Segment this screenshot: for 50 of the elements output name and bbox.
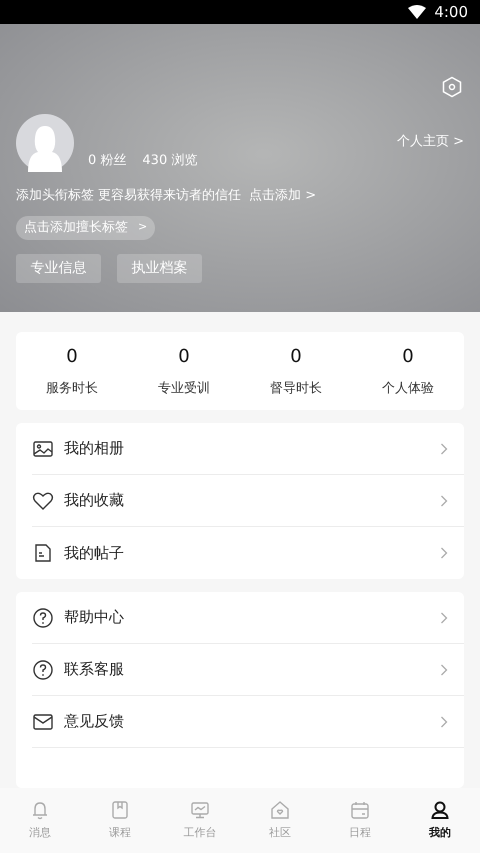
menu-label: 帮助中心 (64, 607, 125, 628)
menu-label: 我的相册 (64, 438, 125, 460)
menu-label: 意见反馈 (64, 711, 125, 732)
menu-item[interactable]: 联系客服 (32, 644, 464, 696)
tab-item[interactable]: 工作台 (160, 799, 240, 842)
homepage-link[interactable]: 个人主页 > (396, 132, 464, 152)
stat-label: 个人体验 (382, 380, 434, 398)
heart-icon (32, 490, 54, 512)
tab-item[interactable]: 社区 (240, 799, 320, 842)
calendar-icon (349, 799, 371, 822)
menu-label: 联系客服 (64, 659, 125, 680)
add-headline-link[interactable]: 点击添加 > (249, 186, 316, 206)
settings-icon[interactable] (442, 76, 462, 98)
menu-item[interactable]: 我的收藏 (32, 475, 464, 527)
person-icon (429, 799, 451, 822)
tab-item[interactable]: 日程 (320, 799, 400, 842)
house-icon (269, 799, 291, 822)
menu-item[interactable]: 我的相册 (32, 423, 464, 475)
wifi-icon (408, 5, 426, 19)
add-skill-tag-button[interactable]: 点击添加擅长标签 > (16, 216, 156, 240)
profile-tab-button[interactable]: 执业档案 (117, 254, 202, 282)
avatar (16, 114, 74, 172)
menu-item[interactable]: 意见反馈 (32, 696, 464, 748)
chevron-right-icon (440, 547, 448, 559)
chevron-right-icon (440, 716, 448, 728)
help-icon (32, 606, 54, 628)
chevron-right-icon (440, 442, 448, 454)
menu-item[interactable]: 帮助中心 (32, 592, 464, 644)
stat-value: 0 (402, 345, 414, 370)
stat-value: 0 (178, 345, 190, 370)
stat-label: 专业受训 (158, 380, 210, 398)
menu-item[interactable]: 我的帖子 (32, 527, 464, 579)
menu-label: 我的收藏 (64, 490, 125, 512)
headline-hint: 添加头衔标签 更容易获得来访者的信任 (16, 187, 242, 205)
menu-label: 我的帖子 (64, 542, 125, 564)
chevron-right-icon (440, 612, 448, 624)
fans-count: 0 粉丝 (88, 152, 126, 170)
views-count: 430 浏览 (142, 152, 198, 170)
profile-tab-button[interactable]: 专业信息 (16, 254, 101, 282)
stat-label: 服务时长 (46, 380, 98, 398)
chevron-right-icon (440, 494, 448, 506)
chevron-right-icon (440, 664, 448, 676)
stat-value: 0 (290, 345, 302, 370)
clock-time: 4:00 (434, 2, 468, 23)
tab-item[interactable]: 我的 (400, 799, 480, 842)
stat-label: 督导时长 (270, 380, 322, 398)
tab-item[interactable]: 消息 (0, 799, 80, 842)
stat-value: 0 (66, 345, 78, 370)
help-icon (32, 658, 54, 680)
tab-item[interactable]: 课程 (80, 799, 160, 842)
